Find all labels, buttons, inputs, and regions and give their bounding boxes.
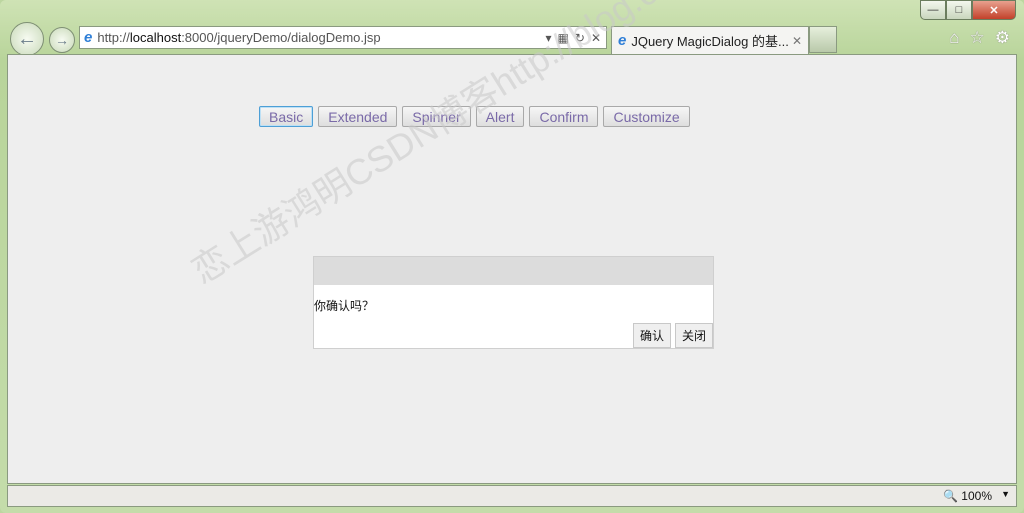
- close-window-button[interactable]: ✕: [972, 0, 1016, 20]
- url-prefix: http://: [97, 30, 130, 45]
- dropdown-icon[interactable]: ▾: [546, 31, 552, 45]
- zoom-control[interactable]: 🔍 100%: [943, 489, 992, 503]
- star-icon[interactable]: ☆: [970, 28, 985, 48]
- maximize-button[interactable]: □: [946, 0, 972, 20]
- dialog-header[interactable]: [314, 257, 713, 285]
- ie-icon: e: [618, 32, 627, 49]
- dialog-message: 你确认吗？: [314, 299, 375, 313]
- spinner-button[interactable]: Spinner: [402, 106, 471, 127]
- customize-button[interactable]: Customize: [603, 106, 690, 127]
- tab-title: JQuery MagicDialog 的基...: [631, 34, 789, 49]
- zoom-level: 100%: [961, 489, 992, 503]
- stop-icon[interactable]: ✕: [591, 31, 601, 45]
- confirm-button[interactable]: Confirm: [529, 106, 599, 127]
- refresh-icon[interactable]: ↻: [575, 31, 585, 45]
- extended-button[interactable]: Extended: [318, 106, 398, 127]
- demo-buttons: Basic Extended Spinner Alert Confirm Cus…: [259, 106, 690, 127]
- ie-icon: e: [84, 29, 93, 46]
- back-button[interactable]: ←: [10, 22, 44, 56]
- toolbar-icons: ⌂ ☆ ⚙: [949, 28, 1010, 48]
- address-bar[interactable]: e http://localhost:8000/jqueryDemo/dialo…: [79, 26, 607, 49]
- close-tab-icon[interactable]: ✕: [792, 34, 802, 48]
- minimize-button[interactable]: —: [920, 0, 946, 20]
- forward-button[interactable]: →: [49, 27, 75, 53]
- arrow-right-icon: →: [55, 32, 69, 48]
- basic-button[interactable]: Basic: [259, 106, 314, 127]
- alert-button[interactable]: Alert: [475, 106, 525, 127]
- url-rest: :8000/jqueryDemo/dialogDemo.jsp: [181, 30, 381, 45]
- dialog-close-button[interactable]: 关闭: [675, 323, 713, 348]
- page-content: Basic Extended Spinner Alert Confirm Cus…: [7, 54, 1017, 484]
- new-tab-button[interactable]: [809, 26, 837, 53]
- arrow-left-icon: ←: [17, 27, 37, 50]
- gear-icon[interactable]: ⚙: [995, 28, 1010, 48]
- zoom-icon: 🔍: [943, 489, 959, 503]
- url-host: localhost: [129, 30, 182, 45]
- dialog-confirm-button[interactable]: 确认: [633, 323, 671, 348]
- compatibility-icon[interactable]: ▦: [558, 31, 569, 45]
- zoom-dropdown-icon[interactable]: ▼: [1001, 489, 1010, 499]
- home-icon[interactable]: ⌂: [949, 28, 959, 48]
- confirm-dialog: 你确认吗？ 确认 关闭: [313, 256, 714, 349]
- tab-active[interactable]: e JQuery MagicDialog 的基... ✕: [611, 26, 809, 54]
- status-bar: 🔍 100% ▼: [7, 485, 1017, 507]
- window-controls: — □ ✕: [920, 0, 1016, 20]
